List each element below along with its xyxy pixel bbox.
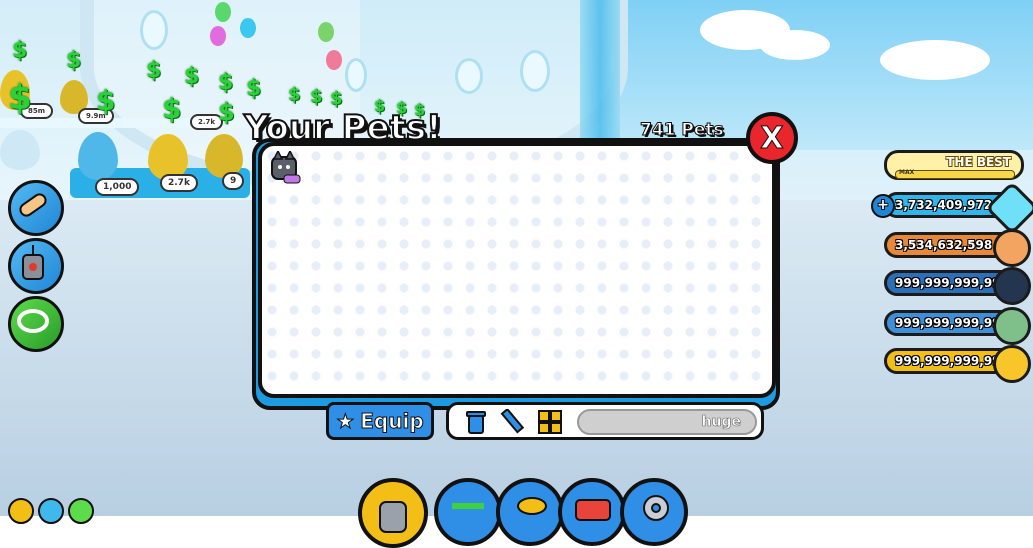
cloud (880, 40, 990, 80)
close-button[interactable]: X (746, 112, 798, 164)
gold-coins-value: 999,999,999,999 (895, 354, 1009, 368)
chest-icon (575, 499, 611, 521)
price-tag: 1,000 (95, 178, 140, 196)
dollar-icon: $ (162, 92, 182, 125)
gear-icon (643, 495, 669, 521)
dollar-icon: $ (96, 84, 116, 117)
dollar-icon: $ (330, 88, 343, 109)
balloon (240, 18, 256, 38)
multi-select-button[interactable] (537, 409, 563, 435)
star-icon: ★ (336, 409, 355, 434)
shop-menu-button[interactable] (558, 478, 626, 546)
gold-coin-icon (993, 345, 1031, 383)
dollar-icon: $ (288, 84, 301, 105)
dollar-icon: $ (218, 98, 235, 126)
rank-label: THE BEST (946, 155, 1011, 169)
paw-coin-icon (993, 229, 1031, 267)
swap-icon (17, 309, 49, 333)
balloon (326, 50, 342, 70)
pets-title: Your Pets! (243, 107, 443, 149)
trophy-icon (517, 497, 547, 515)
paw-pattern (262, 146, 772, 394)
tech-coins-value: 999,999,999,999 (895, 276, 1009, 290)
pencil-icon (500, 407, 525, 434)
price-tag: 9 (222, 172, 245, 190)
verified-badge-icon (38, 498, 64, 524)
rank-max-label: MAX (899, 169, 915, 176)
dollar-icon: $ (8, 78, 32, 118)
tech-coins-counter: 999,999,999,999 (884, 267, 1031, 305)
pets-toolbar: huge (446, 402, 764, 440)
window (455, 58, 483, 94)
remote-button[interactable] (8, 238, 64, 294)
dollar-icon: $ (246, 76, 262, 101)
equip-button[interactable]: ★ Equip (326, 402, 434, 440)
trade-button[interactable] (8, 296, 64, 352)
paw-coins-value: 3,534,632,598 (895, 238, 993, 252)
dollar-icon: $ (310, 86, 323, 107)
trade-menu-button[interactable] (434, 478, 502, 546)
window (520, 50, 550, 92)
balloon (215, 2, 231, 22)
diamonds-value: 3,732,409,972 (895, 198, 993, 212)
boost-button[interactable] (8, 180, 64, 236)
window (345, 58, 367, 92)
grid-icon (538, 410, 562, 434)
window (140, 10, 168, 50)
arrows-icon (452, 503, 484, 509)
dollar-icon: $ (146, 58, 162, 83)
equip-label: Equip (360, 409, 424, 434)
dollar-icon: $ (66, 48, 82, 73)
cat-icon (379, 501, 407, 533)
pets-grid (258, 142, 776, 398)
star-badge-icon (8, 498, 34, 524)
paw-coins-counter: 3,534,632,598 (884, 229, 1031, 267)
remote-icon (22, 245, 44, 280)
add-diamonds-icon[interactable]: + (871, 194, 895, 218)
rename-button[interactable] (499, 407, 525, 435)
price-tag: 2.7k (160, 174, 198, 192)
pets-count: 741 Pets (640, 120, 725, 141)
gold-coins-counter: 999,999,999,999 (884, 345, 1031, 383)
delete-button[interactable] (463, 409, 489, 435)
balloon (210, 26, 226, 46)
pet-slot[interactable] (268, 149, 304, 185)
dollar-icon: $ (218, 70, 234, 95)
tech-coin-icon (993, 267, 1031, 305)
balloon (318, 22, 334, 42)
cat-pet-icon (271, 149, 301, 184)
dollar-icon: $ (184, 64, 200, 89)
diamonds-counter: + 3,732,409,972 (871, 181, 1033, 235)
trash-icon (466, 411, 486, 434)
settings-menu-button[interactable] (620, 478, 688, 546)
fantasy-coins-counter: 999,999,999,999 (884, 307, 1031, 345)
dollar-icon: $ (12, 38, 28, 63)
friend-badge-icon (68, 498, 94, 524)
close-icon: X (760, 120, 784, 156)
egg (0, 130, 40, 170)
cloud (760, 30, 830, 60)
fantasy-coin-icon (993, 307, 1031, 345)
pet-search-input[interactable]: huge (577, 409, 757, 435)
pets-menu-button[interactable] (358, 478, 428, 548)
bandage-icon (19, 193, 47, 217)
rank-meter: THE BEST MAX (884, 150, 1024, 180)
rewards-menu-button[interactable] (496, 478, 564, 546)
fantasy-coins-value: 999,999,999,999 (895, 316, 1009, 330)
